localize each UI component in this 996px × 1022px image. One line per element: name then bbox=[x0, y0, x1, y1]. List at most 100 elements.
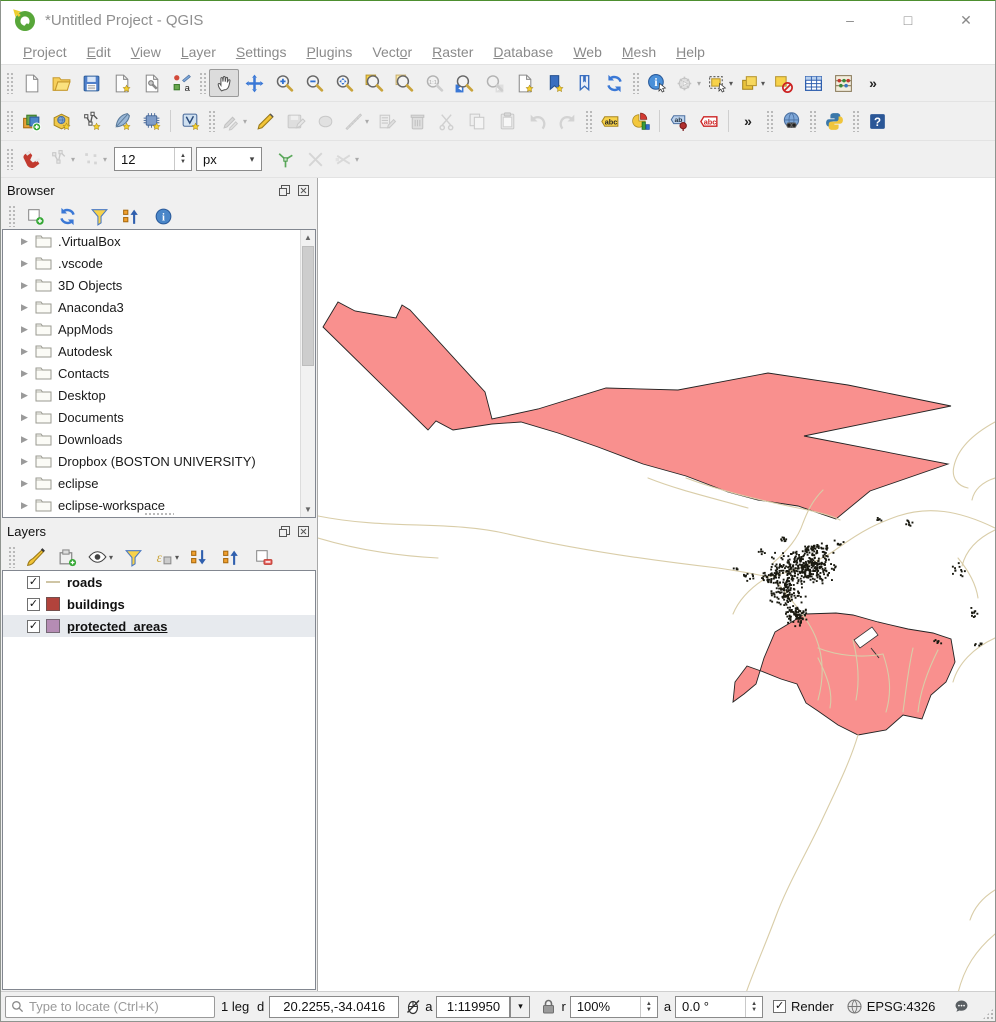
rotation-spinbox[interactable]: 0.0 ° ▲▼ bbox=[675, 996, 763, 1018]
enable-properties-button[interactable]: i bbox=[148, 202, 178, 230]
toolbar-grip[interactable] bbox=[632, 72, 639, 94]
browser-item[interactable]: ▶.vscode bbox=[3, 252, 315, 274]
browser-item[interactable]: ▶Anaconda3 bbox=[3, 296, 315, 318]
zoom-native-button[interactable]: 1:1 bbox=[419, 69, 449, 97]
zoom-next-button[interactable] bbox=[479, 69, 509, 97]
scrollbar-thumb[interactable] bbox=[302, 246, 314, 366]
toolbar-grip[interactable] bbox=[199, 72, 206, 94]
browser-scrollbar[interactable]: ▲ ▼ bbox=[300, 230, 315, 517]
pan-to-selection-button[interactable] bbox=[239, 69, 269, 97]
scale-box[interactable]: 1:119950 bbox=[436, 996, 510, 1018]
open-attribute-table-button[interactable] bbox=[798, 69, 828, 97]
snapping-units-combo[interactable]: px ▾ bbox=[196, 147, 262, 171]
scroll-down-icon[interactable]: ▼ bbox=[301, 502, 315, 517]
menu-mesh[interactable]: Mesh bbox=[612, 41, 666, 63]
topological-editing-button[interactable] bbox=[270, 145, 300, 173]
browser-item[interactable]: ▶Contacts bbox=[3, 362, 315, 384]
delete-selected-button[interactable] bbox=[402, 107, 432, 135]
maximize-button[interactable]: □ bbox=[879, 1, 937, 39]
refresh-browser-button[interactable] bbox=[52, 202, 82, 230]
browser-item[interactable]: ▶3D Objects bbox=[3, 274, 315, 296]
expand-all-button[interactable] bbox=[184, 543, 214, 571]
expand-arrow-icon[interactable]: ▶ bbox=[21, 368, 35, 379]
paste-features-button[interactable] bbox=[492, 107, 522, 135]
browser-item[interactable]: ▶.VirtualBox bbox=[3, 230, 315, 252]
deselect-features-button[interactable] bbox=[768, 69, 798, 97]
identify-features-button[interactable]: i bbox=[642, 69, 672, 97]
cut-features-button[interactable] bbox=[432, 107, 462, 135]
expand-arrow-icon[interactable]: ▶ bbox=[21, 280, 35, 291]
layers-float-button[interactable] bbox=[276, 525, 292, 539]
expand-arrow-icon[interactable]: ▶ bbox=[21, 434, 35, 445]
remove-layer-button[interactable] bbox=[248, 543, 278, 571]
snapping-tolerance-spinbox[interactable]: 12 ▲▼ bbox=[114, 147, 192, 171]
menu-layer[interactable]: Layer bbox=[171, 41, 226, 63]
run-feature-action-button[interactable]: ▾ bbox=[672, 69, 704, 97]
new-spatialite-layer-button[interactable] bbox=[106, 107, 136, 135]
toolbar-grip[interactable] bbox=[8, 546, 15, 568]
zoom-to-selection-button[interactable] bbox=[389, 69, 419, 97]
layer-row-buildings[interactable]: ✓buildings bbox=[3, 593, 315, 615]
copy-features-button[interactable] bbox=[462, 107, 492, 135]
browser-item[interactable]: ▶Autodesk bbox=[3, 340, 315, 362]
pin-labels-button[interactable]: ab bbox=[664, 107, 694, 135]
snap-on-intersection-button[interactable] bbox=[300, 145, 330, 173]
expand-arrow-icon[interactable]: ▶ bbox=[21, 478, 35, 489]
new-scratch-layer-button[interactable] bbox=[136, 107, 166, 135]
crs-button[interactable] bbox=[846, 998, 863, 1015]
scroll-up-icon[interactable]: ▲ bbox=[301, 230, 315, 245]
spinbox-arrows[interactable]: ▲▼ bbox=[174, 148, 191, 170]
redo-button[interactable] bbox=[552, 107, 582, 135]
toggle-editing-button[interactable] bbox=[250, 107, 280, 135]
collapse-all-button[interactable] bbox=[116, 202, 146, 230]
save-project-button[interactable] bbox=[76, 69, 106, 97]
open-project-button[interactable] bbox=[46, 69, 76, 97]
expand-arrow-icon[interactable]: ▶ bbox=[21, 346, 35, 357]
menu-plugins[interactable]: Plugins bbox=[296, 41, 362, 63]
menu-database[interactable]: Database bbox=[483, 41, 563, 63]
new-geopackage-layer-button[interactable] bbox=[46, 107, 76, 135]
data-source-manager-button[interactable] bbox=[16, 107, 46, 135]
collapse-all-layers-button[interactable] bbox=[216, 543, 246, 571]
messages-button[interactable] bbox=[953, 998, 970, 1015]
metasearch-button[interactable] bbox=[776, 107, 806, 135]
current-edits-button[interactable]: ▾ bbox=[218, 107, 250, 135]
modify-attributes-button[interactable] bbox=[372, 107, 402, 135]
new-print-layout-button[interactable] bbox=[106, 69, 136, 97]
toolbar-overflow-button[interactable]: » bbox=[733, 107, 763, 135]
expand-arrow-icon[interactable]: ▶ bbox=[21, 258, 35, 269]
menu-vector[interactable]: Vector bbox=[362, 41, 422, 63]
browser-float-button[interactable] bbox=[276, 184, 292, 198]
open-layer-styling-button[interactable] bbox=[20, 543, 50, 571]
toolbar-grip[interactable] bbox=[6, 72, 13, 94]
advanced-digitizing-button[interactable]: ▾ bbox=[340, 107, 372, 135]
locator-search-input[interactable]: Type to locate (Ctrl+K) bbox=[5, 996, 215, 1018]
toolbar-grip[interactable] bbox=[8, 205, 15, 227]
zoom-in-button[interactable] bbox=[269, 69, 299, 97]
minimize-button[interactable]: – bbox=[821, 1, 879, 39]
toolbar-grip[interactable] bbox=[6, 110, 13, 132]
menu-settings[interactable]: Settings bbox=[226, 41, 297, 63]
enable-snapping-button[interactable] bbox=[16, 145, 46, 173]
expand-arrow-icon[interactable]: ▶ bbox=[21, 390, 35, 401]
zoom-last-button[interactable] bbox=[449, 69, 479, 97]
help-contents-button[interactable]: ? bbox=[862, 107, 892, 135]
expand-arrow-icon[interactable]: ▶ bbox=[21, 324, 35, 335]
toolbar-grip[interactable] bbox=[585, 110, 592, 132]
pan-map-button[interactable] bbox=[209, 69, 239, 97]
new-map-view-button[interactable] bbox=[509, 69, 539, 97]
expand-arrow-icon[interactable]: ▶ bbox=[21, 456, 35, 467]
manage-map-themes-button[interactable]: ▾ bbox=[84, 543, 116, 571]
magnifier-spinbox[interactable]: 100% ▲▼ bbox=[570, 996, 658, 1018]
menu-web[interactable]: Web bbox=[563, 41, 612, 63]
browser-item[interactable]: ▶Downloads bbox=[3, 428, 315, 450]
new-virtual-layer-button[interactable] bbox=[175, 107, 205, 135]
browser-close-button[interactable] bbox=[295, 184, 311, 198]
add-selected-layers-button[interactable] bbox=[20, 202, 50, 230]
toolbar-grip[interactable] bbox=[766, 110, 773, 132]
statistical-summary-button[interactable] bbox=[828, 69, 858, 97]
render-toggle[interactable]: ✓ Render bbox=[773, 999, 834, 1014]
new-project-button[interactable] bbox=[16, 69, 46, 97]
style-manager-button[interactable]: a bbox=[166, 69, 196, 97]
close-button[interactable]: ✕ bbox=[937, 1, 995, 39]
